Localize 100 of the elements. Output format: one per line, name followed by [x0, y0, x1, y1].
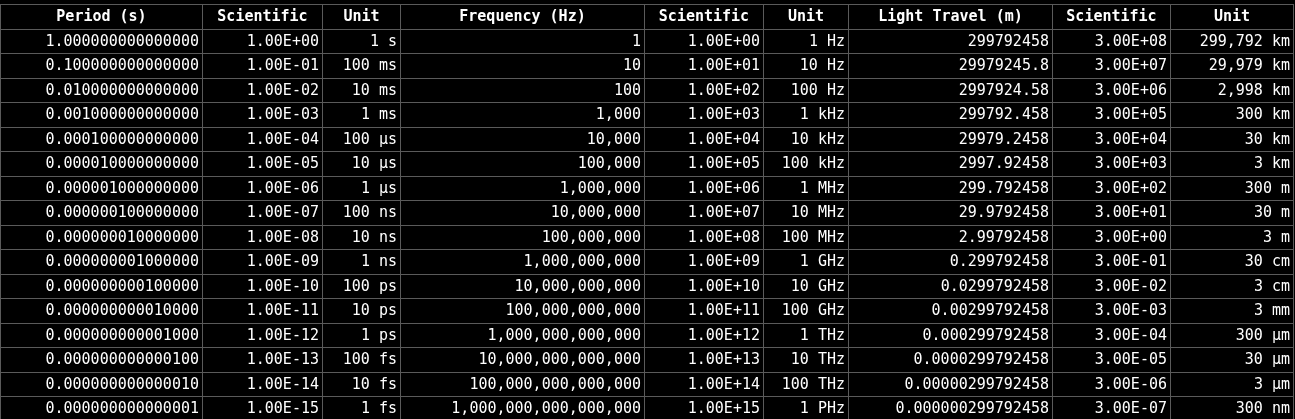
table-cell: 1.00E+11 [644, 298, 764, 323]
table-cell: 1.00E-08 [202, 225, 323, 250]
table-cell: 10 ps [322, 298, 401, 323]
table-cell: 30 µm [1170, 347, 1294, 372]
table-cell: 100 MHz [763, 225, 849, 250]
table-cell: 1 kHz [763, 102, 849, 127]
table-cell: 1.00E+10 [644, 274, 764, 299]
table-cell: 1 ps [322, 323, 401, 348]
table-cell: 29,979 km [1170, 53, 1294, 78]
table-cell: 0.00000299792458 [848, 372, 1053, 397]
table-cell: 30 cm [1170, 249, 1294, 274]
table-cell: 3.00E+04 [1052, 127, 1171, 152]
table-cell: 100,000,000,000,000 [400, 372, 645, 397]
column-header: Scientific [644, 4, 764, 29]
table-cell: 1 Hz [763, 29, 849, 54]
table-cell: 10 ns [322, 225, 401, 250]
table-cell: 100 kHz [763, 151, 849, 176]
table-cell: 300 km [1170, 102, 1294, 127]
table-cell: 1.00E+00 [644, 29, 764, 54]
table-cell: 1,000,000,000 [400, 249, 645, 274]
column-header: Period (s) [0, 4, 203, 29]
table-cell: 1.00E-09 [202, 249, 323, 274]
table-cell: 10 THz [763, 347, 849, 372]
column-header: Unit [763, 4, 849, 29]
table-cell: 29979.2458 [848, 127, 1053, 152]
table-cell: 1,000 [400, 102, 645, 127]
table-cell: 3.00E+00 [1052, 225, 1171, 250]
table-cell: 100 [400, 78, 645, 103]
table-cell: 100,000,000,000 [400, 298, 645, 323]
table-cell: 10 Hz [763, 53, 849, 78]
table-cell: 10 fs [322, 372, 401, 397]
column-header: Frequency (Hz) [400, 4, 645, 29]
table-cell: 3.00E+06 [1052, 78, 1171, 103]
table-cell: 10,000 [400, 127, 645, 152]
column-header: Scientific [1052, 4, 1171, 29]
table-cell: 10 [400, 53, 645, 78]
table-cell: 30 km [1170, 127, 1294, 152]
table-cell: 3.00E-05 [1052, 347, 1171, 372]
table-cell: 3 m [1170, 225, 1294, 250]
table-cell: 0.000000000100000 [0, 274, 203, 299]
table-cell: 100 Hz [763, 78, 849, 103]
table-cell: 0.00299792458 [848, 298, 1053, 323]
table-cell: 1.00E+01 [644, 53, 764, 78]
table-cell: 10,000,000 [400, 200, 645, 225]
table-cell: 0.000299792458 [848, 323, 1053, 348]
table-cell: 1 [400, 29, 645, 54]
table-cell: 3.00E+03 [1052, 151, 1171, 176]
table-cell: 0.000010000000000 [0, 151, 203, 176]
table-cell: 1.00E-04 [202, 127, 323, 152]
table-cell: 100 fs [322, 347, 401, 372]
table-cell: 1.000000000000000 [0, 29, 203, 54]
table-cell: 1 ns [322, 249, 401, 274]
table-cell: 1.00E+06 [644, 176, 764, 201]
table-cell: 10 kHz [763, 127, 849, 152]
table-cell: 1 ms [322, 102, 401, 127]
table-cell: 10,000,000,000 [400, 274, 645, 299]
table-cell: 1.00E+00 [202, 29, 323, 54]
table-cell: 0.000000010000000 [0, 225, 203, 250]
table-cell: 3.00E+05 [1052, 102, 1171, 127]
table-cell: 1 MHz [763, 176, 849, 201]
table-cell: 300 m [1170, 176, 1294, 201]
table-cell: 299792.458 [848, 102, 1053, 127]
table-cell: 10 MHz [763, 200, 849, 225]
table-cell: 1.00E-07 [202, 200, 323, 225]
table-cell: 1 GHz [763, 249, 849, 274]
table-cell: 3.00E+01 [1052, 200, 1171, 225]
table-cell: 300 µm [1170, 323, 1294, 348]
table-cell: 1.00E-02 [202, 78, 323, 103]
table-cell: 10 ms [322, 78, 401, 103]
table-cell: 1.00E-01 [202, 53, 323, 78]
table-cell: 0.000000001000000 [0, 249, 203, 274]
column-header: Scientific [202, 4, 323, 29]
table-cell: 1.00E+03 [644, 102, 764, 127]
table-cell: 1.00E+09 [644, 249, 764, 274]
table-cell: 3 mm [1170, 298, 1294, 323]
table-cell: 0.0299792458 [848, 274, 1053, 299]
table-cell: 3 µm [1170, 372, 1294, 397]
table-cell: 1,000,000 [400, 176, 645, 201]
table-cell: 3.00E-06 [1052, 372, 1171, 397]
table-cell: 1.00E+02 [644, 78, 764, 103]
table-cell: 299,792 km [1170, 29, 1294, 54]
table-cell: 0.000001000000000 [0, 176, 203, 201]
table-cell: 3.00E+02 [1052, 176, 1171, 201]
table-cell: 1.00E-10 [202, 274, 323, 299]
table-cell: 100 GHz [763, 298, 849, 323]
column-header: Light Travel (m) [848, 4, 1053, 29]
table-cell: 0.000000000000100 [0, 347, 203, 372]
table-cell: 0.000000000001000 [0, 323, 203, 348]
table-cell: 100 ms [322, 53, 401, 78]
table-cell: 1.00E-12 [202, 323, 323, 348]
table-cell: 1.00E+13 [644, 347, 764, 372]
table-cell: 1.00E-14 [202, 372, 323, 397]
table-cell: 2.99792458 [848, 225, 1053, 250]
table-cell: 299.792458 [848, 176, 1053, 201]
table-cell: 100 THz [763, 372, 849, 397]
table-cell: 0.001000000000000 [0, 102, 203, 127]
table-cell: 1.00E-03 [202, 102, 323, 127]
table-cell: 3.00E+07 [1052, 53, 1171, 78]
table-cell: 1 THz [763, 323, 849, 348]
table-cell: 1.00E-05 [202, 151, 323, 176]
